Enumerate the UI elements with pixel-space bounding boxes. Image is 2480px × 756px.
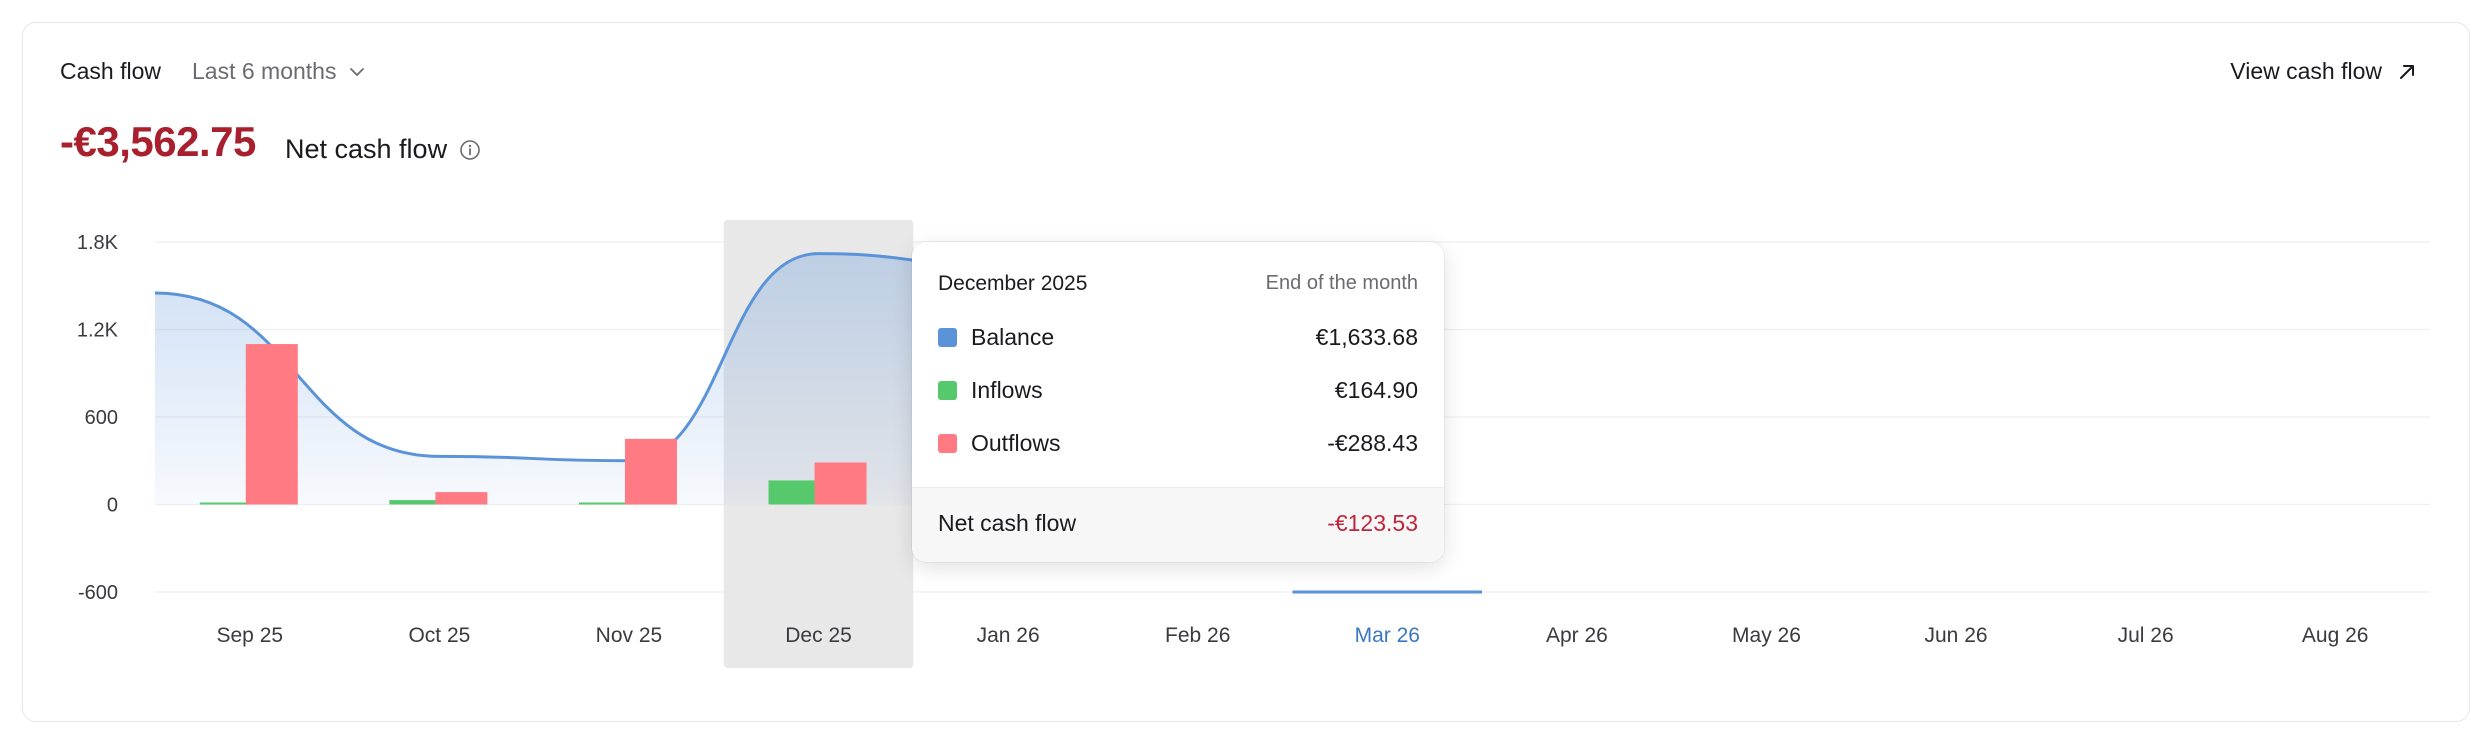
tooltip-net-value: -€123.53 [1327,510,1418,536]
outflows-swatch [938,434,957,453]
tooltip-net-label: Net cash flow [938,510,1077,536]
tooltip-note: End of the month [1265,272,1418,294]
tooltip-row-label: Balance [971,324,1055,350]
y-tick-label: 0 [107,495,118,517]
inflow-bar [578,502,631,505]
x-tick-label: Dec 25 [785,624,852,647]
tooltip-row-value: -€288.43 [1327,430,1418,456]
outflow-bar [245,344,298,505]
tooltip-row-outflows: Outflows -€288.43 [938,430,1418,457]
y-tick-label: 1.2K [77,320,119,342]
inflows-swatch [938,381,957,400]
y-tick-label: 600 [85,407,118,429]
tooltip-row-label: Inflows [971,377,1043,403]
inflow-bar [768,480,821,505]
chart-tooltip: December 2025 End of the month Balance €… [912,242,1444,562]
y-tick-label: 1.8K [77,232,119,254]
outflow-bar [624,438,677,505]
x-tick-label: Oct 25 [408,624,470,647]
tooltip-footer: Net cash flow -€123.53 [912,487,1444,562]
x-tick-label: Sep 25 [217,624,284,647]
balance-swatch [938,328,957,347]
x-tick-label: Jun 26 [1925,624,1988,647]
tooltip-month: December 2025 [938,272,1088,295]
tooltip-row-inflows: Inflows €164.90 [938,377,1418,404]
y-tick-label: -600 [78,582,118,604]
x-tick-label: Feb 26 [1165,624,1230,647]
tooltip-row-value: €1,633.68 [1315,324,1418,350]
x-tick-label: Nov 25 [596,624,663,647]
x-tick-label: Jan 26 [977,624,1040,647]
x-tick-label: Aug 26 [2302,624,2369,647]
outflow-bar [814,462,867,505]
outflow-bar [435,492,488,505]
tooltip-row-balance: Balance €1,633.68 [938,324,1418,351]
x-tick-label: Jul 26 [2118,624,2174,647]
x-tick-label: May 26 [1732,624,1801,647]
tooltip-row-label: Outflows [971,430,1061,456]
tooltip-row-value: €164.90 [1334,377,1418,403]
x-tick-label: Mar 26 [1355,624,1420,647]
tooltip-header: December 2025 End of the month [938,272,1418,296]
x-tick-label: Apr 26 [1546,624,1608,647]
inflow-bar [199,502,252,505]
inflow-bar [389,500,442,505]
